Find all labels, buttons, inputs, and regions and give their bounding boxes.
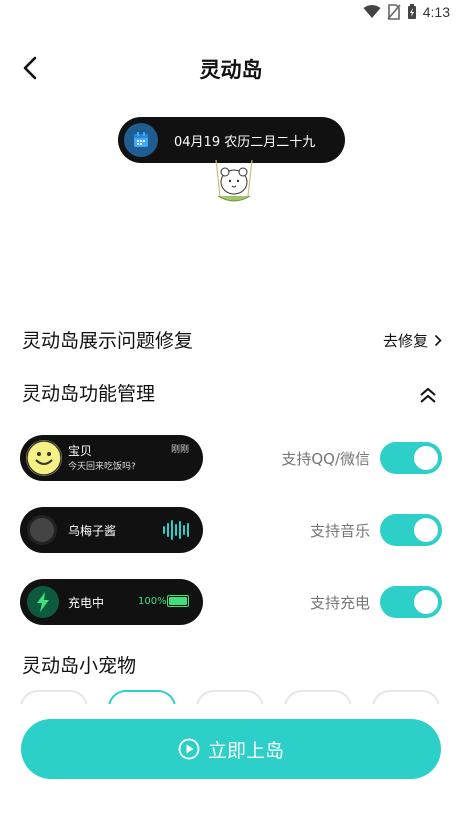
charge-percent: 100% [138, 596, 167, 607]
feature-row-chat: 宝贝 今天回来吃饭吗? 刚刚 支持QQ/微信 [20, 435, 442, 481]
music-feature-label: 支持音乐 [309, 522, 370, 540]
double-chevron-up-icon [420, 387, 436, 403]
calendar-icon [124, 123, 158, 157]
chat-time: 刚刚 [170, 445, 189, 455]
music-island-preview: 乌梅子酱 [20, 507, 203, 553]
battery-level-fill [169, 597, 187, 605]
nav-bar: 灵动岛 [0, 44, 462, 92]
page-title: 灵动岛 [199, 58, 263, 82]
sound-wave-icon [163, 520, 189, 540]
play-circle-icon [178, 738, 200, 760]
board-island-label: 立即上岛 [207, 739, 284, 762]
feature-row-music: 乌梅子酱 支持音乐 [20, 507, 442, 553]
battery-charging-icon [407, 4, 416, 19]
album-disc-icon [27, 515, 57, 545]
chat-feature-label: 支持QQ/微信 [281, 450, 370, 468]
chat-contact-name: 宝贝 [68, 444, 93, 458]
island-date-text: 04月19 农历二月二十九 [174, 134, 316, 150]
chat-island-preview: 宝贝 今天回来吃饭吗? 刚刚 [20, 435, 203, 481]
board-island-button[interactable]: 立即上岛 [21, 719, 441, 779]
wifi-icon [363, 5, 381, 18]
island-preview: 04月19 农历二月二十九 [118, 117, 345, 163]
chat-toggle[interactable] [380, 442, 442, 474]
feature-row-charge: 充电中 100% 支持充电 [20, 579, 442, 625]
toggle-knob [414, 518, 438, 542]
manage-title: 灵动岛功能管理 [22, 383, 156, 405]
charge-feature-label: 支持充电 [309, 594, 370, 612]
repair-row: 灵动岛展示问题修复 去修复 [22, 326, 442, 356]
pets-title: 灵动岛小宠物 [22, 655, 137, 677]
pet-card[interactable] [196, 690, 264, 704]
status-icons: 4:13 [363, 4, 450, 20]
toggle-knob [414, 590, 438, 614]
collapse-button[interactable] [414, 381, 442, 409]
pets-strip [20, 690, 442, 704]
chat-message-text: 今天回来吃饭吗? [68, 462, 136, 472]
manage-row: 灵动岛功能管理 [22, 379, 442, 409]
charge-toggle[interactable] [380, 586, 442, 618]
status-time: 4:13 [422, 4, 450, 20]
no-sim-icon [387, 4, 401, 20]
smiley-avatar-icon [26, 440, 62, 476]
repair-link-label: 去修复 [382, 332, 428, 350]
pet-card[interactable] [20, 690, 88, 704]
chevron-right-icon [434, 334, 442, 347]
battery-icon [167, 595, 189, 607]
repair-link[interactable]: 去修复 [383, 330, 442, 351]
pet-card[interactable] [372, 690, 440, 704]
music-title: 乌梅子酱 [68, 524, 117, 538]
pet-swing-icon [215, 160, 253, 202]
status-bar: 4:13 [0, 0, 462, 26]
lightning-bolt-icon [27, 586, 59, 618]
music-toggle[interactable] [380, 514, 442, 546]
repair-title: 灵动岛展示问题修复 [22, 330, 194, 352]
charge-island-preview: 充电中 100% [20, 579, 203, 625]
pet-card[interactable] [108, 690, 176, 704]
toggle-knob [414, 446, 438, 470]
charge-status: 充电中 [68, 596, 105, 610]
pet-card[interactable] [284, 690, 352, 704]
